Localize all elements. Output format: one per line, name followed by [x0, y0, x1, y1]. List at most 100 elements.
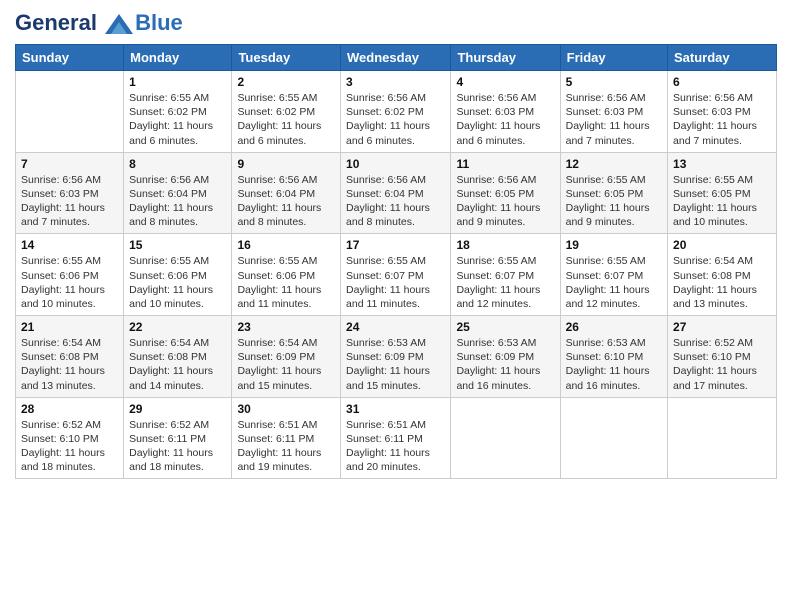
day-number: 7	[21, 157, 118, 171]
logo-blue: Blue	[135, 10, 183, 36]
day-info: Sunrise: 6:55 AMSunset: 6:06 PMDaylight:…	[21, 254, 118, 311]
day-cell: 25Sunrise: 6:53 AMSunset: 6:09 PMDayligh…	[451, 316, 560, 398]
day-cell: 9 Sunrise: 6:56 AMSunset: 6:04 PMDaylight…	[232, 152, 341, 234]
day-cell: 21 Sunrise: 6:54 AMSunset: 6:08 PMDayligh…	[16, 316, 124, 398]
day-cell: 30 Sunrise: 6:51 AMSunset: 6:11 PMDayligh…	[232, 397, 341, 479]
logo: General Blue	[15, 10, 183, 36]
day-cell: 1 Sunrise: 6:55 AMSunset: 6:02 PMDaylight…	[124, 71, 232, 153]
day-number: 4	[456, 75, 554, 89]
day-cell: 28Sunrise: 6:52 AMSunset: 6:10 PMDayligh…	[16, 397, 124, 479]
day-cell: 13Sunrise: 6:55 AMSunset: 6:05 PMDayligh…	[668, 152, 777, 234]
day-info: Sunrise: 6:56 AMSunset: 6:04 PMDaylight:…	[237, 173, 335, 230]
day-cell: 14 Sunrise: 6:55 AMSunset: 6:06 PMDayligh…	[16, 234, 124, 316]
day-info: Sunrise: 6:52 AMSunset: 6:10 PMDaylight:…	[21, 418, 118, 475]
day-number: 14	[21, 238, 118, 252]
weekday-header-wednesday: Wednesday	[341, 45, 451, 71]
day-info: Sunrise: 6:56 AMSunset: 6:05 PMDaylight:…	[456, 173, 554, 230]
day-cell	[668, 397, 777, 479]
week-row-4: 21 Sunrise: 6:54 AMSunset: 6:08 PMDayligh…	[16, 316, 777, 398]
day-cell: 31 Sunrise: 6:51 AMSunset: 6:11 PMDayligh…	[341, 397, 451, 479]
weekday-header-sunday: Sunday	[16, 45, 124, 71]
day-info: Sunrise: 6:56 AMSunset: 6:03 PMDaylight:…	[673, 91, 771, 148]
day-number: 1	[129, 75, 226, 89]
day-number: 25	[456, 320, 554, 334]
day-info: Sunrise: 6:52 AMSunset: 6:11 PMDaylight:…	[129, 418, 226, 475]
day-info: Sunrise: 6:53 AMSunset: 6:10 PMDaylight:…	[566, 336, 662, 393]
day-info: Sunrise: 6:52 AMSunset: 6:10 PMDaylight:…	[673, 336, 771, 393]
day-info: Sunrise: 6:56 AMSunset: 6:03 PMDaylight:…	[456, 91, 554, 148]
day-info: Sunrise: 6:56 AMSunset: 6:04 PMDaylight:…	[346, 173, 445, 230]
day-info: Sunrise: 6:55 AMSunset: 6:05 PMDaylight:…	[566, 173, 662, 230]
day-info: Sunrise: 6:55 AMSunset: 6:02 PMDaylight:…	[237, 91, 335, 148]
day-number: 20	[673, 238, 771, 252]
day-number: 10	[346, 157, 445, 171]
day-cell: 22 Sunrise: 6:54 AMSunset: 6:08 PMDayligh…	[124, 316, 232, 398]
day-cell: 7 Sunrise: 6:56 AMSunset: 6:03 PMDaylight…	[16, 152, 124, 234]
day-cell: 18 Sunrise: 6:55 AMSunset: 6:07 PMDayligh…	[451, 234, 560, 316]
week-row-1: 1 Sunrise: 6:55 AMSunset: 6:02 PMDaylight…	[16, 71, 777, 153]
day-cell: 26Sunrise: 6:53 AMSunset: 6:10 PMDayligh…	[560, 316, 667, 398]
day-cell: 5Sunrise: 6:56 AMSunset: 6:03 PMDaylight…	[560, 71, 667, 153]
week-row-3: 14 Sunrise: 6:55 AMSunset: 6:06 PMDayligh…	[16, 234, 777, 316]
day-number: 13	[673, 157, 771, 171]
day-info: Sunrise: 6:55 AMSunset: 6:07 PMDaylight:…	[346, 254, 445, 311]
day-info: Sunrise: 6:54 AMSunset: 6:09 PMDaylight:…	[237, 336, 335, 393]
day-number: 3	[346, 75, 445, 89]
day-info: Sunrise: 6:51 AMSunset: 6:11 PMDaylight:…	[237, 418, 335, 475]
day-info: Sunrise: 6:55 AMSunset: 6:06 PMDaylight:…	[129, 254, 226, 311]
weekday-header-saturday: Saturday	[668, 45, 777, 71]
day-info: Sunrise: 6:54 AMSunset: 6:08 PMDaylight:…	[129, 336, 226, 393]
day-cell: 3 Sunrise: 6:56 AMSunset: 6:02 PMDaylight…	[341, 71, 451, 153]
page-container: General Blue SundayMondayTuesdayWednesda…	[0, 0, 792, 489]
day-info: Sunrise: 6:56 AMSunset: 6:02 PMDaylight:…	[346, 91, 445, 148]
day-cell	[16, 71, 124, 153]
day-cell	[451, 397, 560, 479]
day-number: 11	[456, 157, 554, 171]
day-info: Sunrise: 6:54 AMSunset: 6:08 PMDaylight:…	[21, 336, 118, 393]
day-number: 6	[673, 75, 771, 89]
day-number: 30	[237, 402, 335, 416]
day-info: Sunrise: 6:55 AMSunset: 6:02 PMDaylight:…	[129, 91, 226, 148]
calendar-table: SundayMondayTuesdayWednesdayThursdayFrid…	[15, 44, 777, 479]
day-cell: 11 Sunrise: 6:56 AMSunset: 6:05 PMDayligh…	[451, 152, 560, 234]
week-row-5: 28Sunrise: 6:52 AMSunset: 6:10 PMDayligh…	[16, 397, 777, 479]
week-row-2: 7 Sunrise: 6:56 AMSunset: 6:03 PMDaylight…	[16, 152, 777, 234]
day-cell	[560, 397, 667, 479]
day-number: 22	[129, 320, 226, 334]
day-info: Sunrise: 6:51 AMSunset: 6:11 PMDaylight:…	[346, 418, 445, 475]
day-number: 21	[21, 320, 118, 334]
day-number: 12	[566, 157, 662, 171]
day-info: Sunrise: 6:54 AMSunset: 6:08 PMDaylight:…	[673, 254, 771, 311]
day-cell: 16 Sunrise: 6:55 AMSunset: 6:06 PMDayligh…	[232, 234, 341, 316]
weekday-header-friday: Friday	[560, 45, 667, 71]
day-number: 29	[129, 402, 226, 416]
day-info: Sunrise: 6:56 AMSunset: 6:03 PMDaylight:…	[21, 173, 118, 230]
day-number: 31	[346, 402, 445, 416]
weekday-header-tuesday: Tuesday	[232, 45, 341, 71]
day-cell: 19Sunrise: 6:55 AMSunset: 6:07 PMDayligh…	[560, 234, 667, 316]
day-info: Sunrise: 6:56 AMSunset: 6:03 PMDaylight:…	[566, 91, 662, 148]
day-info: Sunrise: 6:55 AMSunset: 6:07 PMDaylight:…	[456, 254, 554, 311]
day-info: Sunrise: 6:56 AMSunset: 6:04 PMDaylight:…	[129, 173, 226, 230]
day-number: 16	[237, 238, 335, 252]
day-number: 2	[237, 75, 335, 89]
day-number: 18	[456, 238, 554, 252]
day-number: 23	[237, 320, 335, 334]
day-cell: 6 Sunrise: 6:56 AMSunset: 6:03 PMDaylight…	[668, 71, 777, 153]
day-cell: 4 Sunrise: 6:56 AMSunset: 6:03 PMDaylight…	[451, 71, 560, 153]
day-number: 15	[129, 238, 226, 252]
day-number: 9	[237, 157, 335, 171]
day-number: 24	[346, 320, 445, 334]
logo-general: General	[15, 10, 97, 35]
day-number: 17	[346, 238, 445, 252]
weekday-header-thursday: Thursday	[451, 45, 560, 71]
day-info: Sunrise: 6:55 AMSunset: 6:06 PMDaylight:…	[237, 254, 335, 311]
weekday-header-monday: Monday	[124, 45, 232, 71]
day-info: Sunrise: 6:53 AMSunset: 6:09 PMDaylight:…	[346, 336, 445, 393]
day-number: 19	[566, 238, 662, 252]
header: General Blue	[15, 10, 777, 36]
day-cell: 27Sunrise: 6:52 AMSunset: 6:10 PMDayligh…	[668, 316, 777, 398]
day-cell: 29 Sunrise: 6:52 AMSunset: 6:11 PMDayligh…	[124, 397, 232, 479]
weekday-header-row: SundayMondayTuesdayWednesdayThursdayFrid…	[16, 45, 777, 71]
day-number: 8	[129, 157, 226, 171]
